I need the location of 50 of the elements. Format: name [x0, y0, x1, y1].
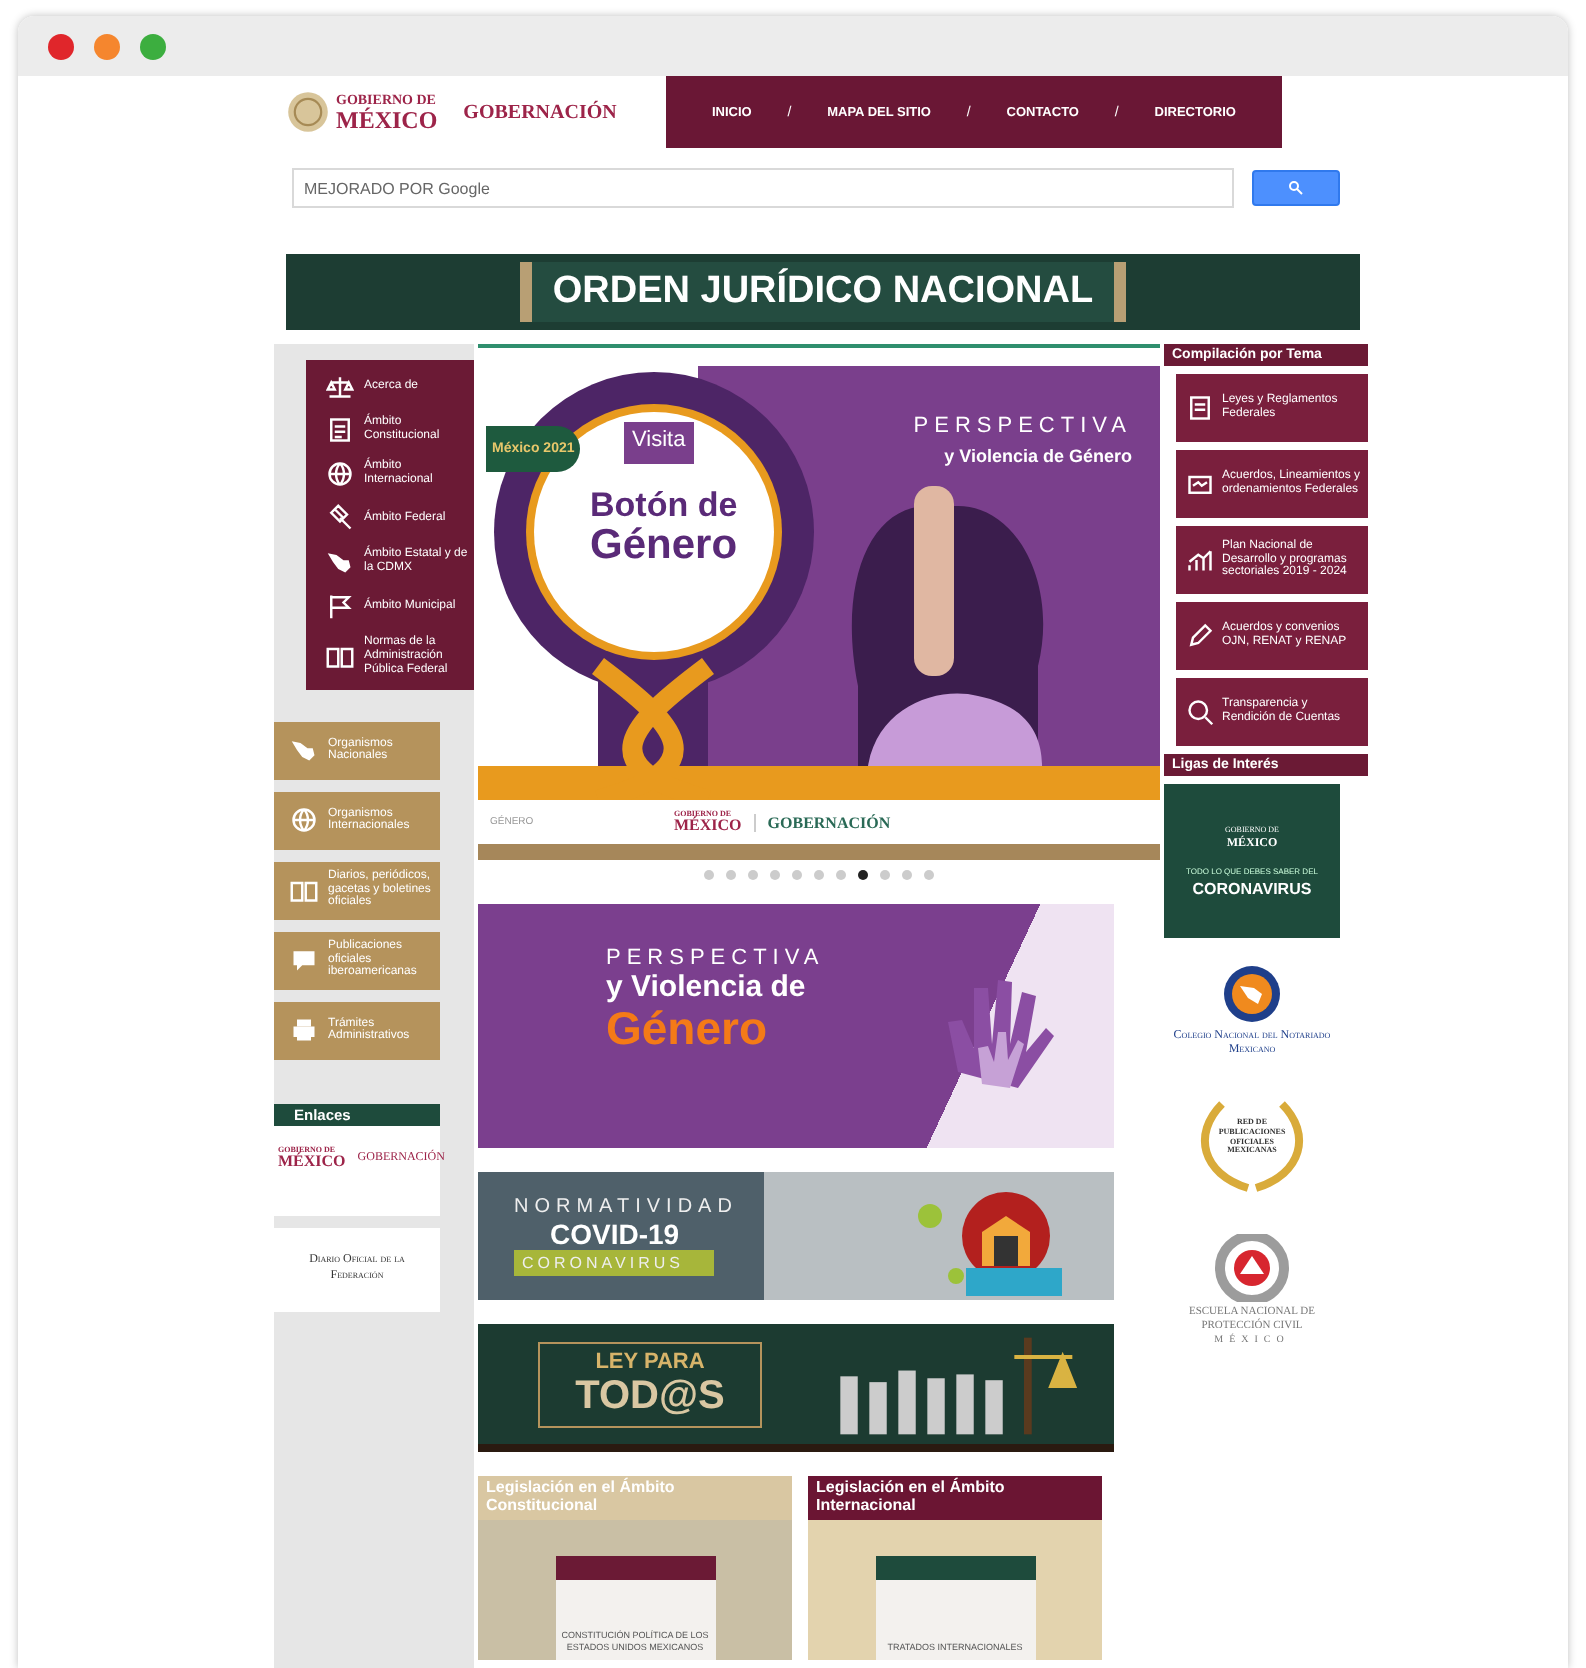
banner-title: ORDEN JURÍDICO NACIONAL	[520, 262, 1126, 322]
search-button[interactable]	[1252, 170, 1340, 206]
civil-protection-emblem-icon	[1212, 1234, 1292, 1303]
carousel-dot[interactable]	[880, 870, 890, 880]
globe-icon	[326, 460, 354, 488]
agency-logo-text: GOBERNACIÓN	[753, 813, 891, 831]
printer-icon	[290, 1016, 318, 1045]
flag-icon	[326, 592, 354, 620]
slide-tag: Visita	[624, 422, 694, 464]
slide-headline: Botón de	[590, 486, 738, 526]
slide-headline: Género	[590, 522, 738, 570]
document-icon	[326, 416, 354, 444]
carousel-dot[interactable]	[792, 870, 802, 880]
carousel-dot[interactable]	[902, 870, 912, 880]
globe-icon	[290, 806, 318, 835]
logo-text: MÉXICO	[336, 107, 438, 131]
map-icon	[290, 736, 318, 765]
chat-icon	[290, 946, 318, 975]
book-icon	[290, 876, 318, 905]
carousel-dot[interactable]	[704, 870, 714, 880]
carousel-dot[interactable]	[748, 870, 758, 880]
document-icon	[1186, 394, 1214, 422]
carousel-dot[interactable]	[924, 870, 934, 880]
search-icon	[1186, 698, 1214, 726]
chart-icon	[1186, 546, 1214, 574]
map-icon	[326, 548, 354, 576]
carousel-dot[interactable]	[726, 870, 736, 880]
search-icon	[1288, 180, 1304, 196]
carousel-dot[interactable]	[770, 870, 780, 880]
gender-violence-banner[interactable]: PERSPECTIVA y Violencia de Género	[478, 904, 1114, 1148]
eagle-seal-icon	[286, 90, 330, 134]
balance-scale-icon	[326, 372, 354, 400]
covid-banner[interactable]: NORMATIVIDAD COVID-19 CORONAVIRUS	[478, 1172, 1114, 1300]
pencil-icon	[1186, 622, 1214, 650]
window-control-dot[interactable]	[94, 33, 120, 59]
agency-logo-text: GOBERNACIÓN	[463, 101, 617, 123]
carousel-dot[interactable]	[814, 870, 824, 880]
window-control-dot[interactable]	[48, 33, 74, 59]
slide-subtitle: y Violencia de Género	[944, 446, 1132, 466]
carousel-dot[interactable]	[836, 870, 846, 880]
slide-kicker: PERSPECTIVA	[913, 414, 1132, 438]
book-icon	[326, 642, 354, 671]
law-for-all-banner[interactable]: LEY PARA TOD@S	[478, 1324, 1114, 1452]
gavel-icon	[326, 504, 354, 532]
card-heading: Legislación en el Ámbito Constitucional	[478, 1476, 792, 1520]
window-control-dot[interactable]	[140, 33, 166, 59]
card-heading: Legislación en el Ámbito Internacional	[808, 1476, 1102, 1520]
search-field[interactable]: MEJORADO POR Google	[292, 168, 1234, 208]
carousel-dot[interactable]	[858, 870, 868, 880]
seal-icon	[1222, 963, 1282, 1024]
